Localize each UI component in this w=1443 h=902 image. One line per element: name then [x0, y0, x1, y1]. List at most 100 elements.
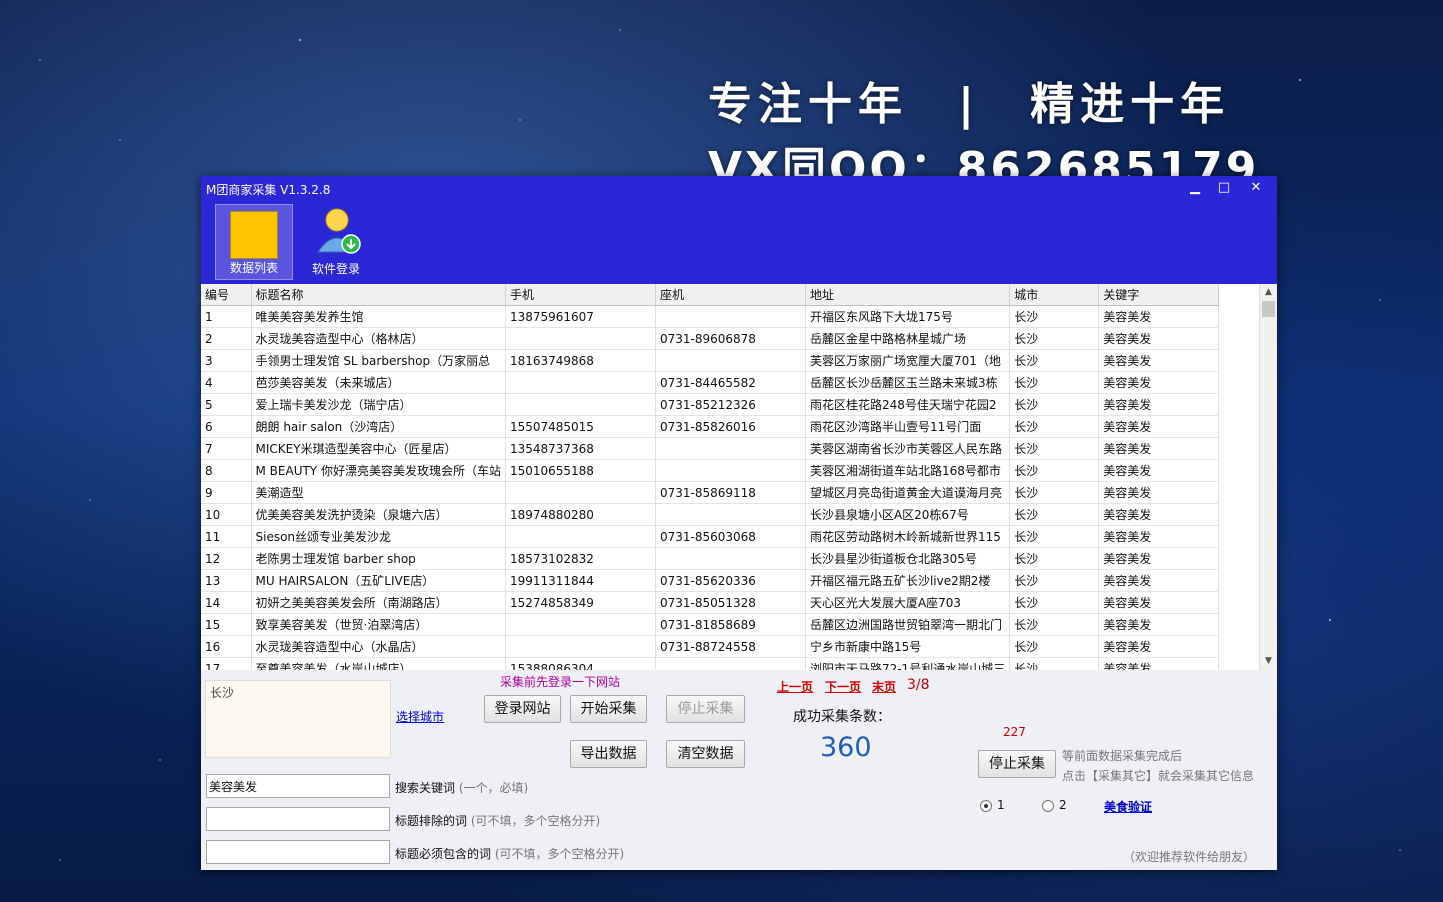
table-cell: 长沙 — [1009, 635, 1100, 658]
table-row[interactable]: 3 手领男士理发馆 SL barbershop（万家丽总 18163749868 芙蓉… — [201, 349, 1220, 372]
table-cell: 长沙县星沙街道板仓北路305号 — [805, 547, 1011, 570]
table-cell: 水灵珑美容造型中心（格林店） — [251, 327, 506, 350]
close-button[interactable]: ✕ — [1242, 178, 1270, 198]
table-row[interactable]: 4 芭莎美容美发（未来城店） 0731-84465582 岳麓区长沙岳麓区玉兰路未来城… — [201, 371, 1220, 394]
ribbon-toolbar: 数据列表 软件登录 — [201, 200, 1277, 284]
include-label: 标题必须包含的词 — [395, 847, 492, 861]
data-list-button[interactable]: 数据列表 — [215, 204, 293, 280]
table-cell: 美容美发 — [1098, 481, 1220, 504]
table-row[interactable]: 6 朗朗 hair salon（沙湾店） 15507485015 0731-85826… — [201, 415, 1220, 438]
radio-option-2[interactable] — [1042, 800, 1054, 812]
table-cell: 长沙 — [1009, 481, 1100, 504]
radio-option-2-label: 2 — [1059, 798, 1067, 812]
maximize-button[interactable]: □ — [1210, 178, 1238, 198]
table-cell: M BEAUTY 你好漂亮美容美发玫瑰会所（车站 — [251, 459, 506, 482]
table-cell: 0731-85051328 — [655, 591, 806, 614]
scroll-down-icon[interactable]: ▼ — [1260, 654, 1277, 668]
table-cell: 宁乡市新康中路15号 — [805, 635, 1011, 658]
table-cell: 开福区福元路五矿长沙live2期2楼 — [805, 569, 1011, 592]
page-indicator: 3/8 — [907, 677, 930, 693]
table-cell: 13875961607 — [505, 305, 656, 328]
table-row[interactable]: 1 唯美美容美发养生馆 13875961607 开福区东风路下大垅175号 长沙 美容美发 — [201, 305, 1220, 328]
last-page-link[interactable]: 末页 — [872, 678, 896, 695]
table-cell: 11 — [201, 525, 252, 548]
column-header[interactable]: 标题名称 — [251, 284, 506, 306]
exclude-label: 标题排除的词 — [395, 814, 468, 828]
table-row[interactable]: 9 美潮造型 0731-85869118 望城区月亮岛街道黄金大道谟海月亮 长沙 美容美发 — [201, 481, 1220, 504]
sub-count: 227 — [1003, 725, 1026, 739]
table-cell: 美容美发 — [1098, 437, 1220, 460]
stop-collect-button-disabled[interactable]: 停止采集 — [666, 695, 745, 723]
include-words-input[interactable] — [206, 840, 390, 864]
clear-data-button[interactable]: 清空数据 — [666, 740, 745, 768]
table-cell — [655, 305, 806, 328]
keyword-input[interactable]: 美容美发 — [206, 774, 390, 798]
table-row[interactable]: 10 优美美容美发洗护烫染（泉塘六店） 18974880280 长沙县泉塘小区A区20… — [201, 503, 1220, 526]
exclude-words-input[interactable] — [206, 807, 390, 831]
table-cell — [505, 635, 656, 658]
column-header[interactable]: 城市 — [1009, 284, 1100, 306]
table-cell: 长沙 — [1009, 459, 1100, 482]
next-page-link[interactable]: 下一页 — [825, 678, 861, 695]
table-row[interactable]: 5 爱上瑞卡美发沙龙（瑞宁店） 0731-85212326 雨花区桂花路248号佳天瑞… — [201, 393, 1220, 416]
login-site-button[interactable]: 登录网站 — [484, 695, 561, 723]
start-collect-button[interactable]: 开始采集 — [570, 695, 647, 723]
table-cell: 浏阳市天马路72-1号利通水岸山城三 — [805, 657, 1011, 670]
table-row[interactable]: 12 老陈男士理发馆 barber shop 18573102832 长沙县星沙街道板… — [201, 547, 1220, 570]
window-title: M团商家采集 V1.3.2.8 — [206, 183, 331, 197]
column-header[interactable]: 地址 — [805, 284, 1011, 306]
table-cell: 5 — [201, 393, 252, 416]
table-cell: 优美美容美发洗护烫染（泉塘六店） — [251, 503, 506, 526]
column-header[interactable]: 手机 — [505, 284, 656, 306]
include-hint: (可不填，多个空格分开) — [494, 847, 625, 861]
success-count-value: 360 — [820, 732, 872, 763]
select-city-link[interactable]: 选择城市 — [396, 708, 444, 725]
table-cell: 长沙 — [1009, 503, 1100, 526]
table-cell: 6 — [201, 415, 252, 438]
food-verify-link[interactable]: 美食验证 — [1104, 798, 1152, 815]
user-login-icon — [317, 208, 361, 254]
table-cell: 岳麓区边洲国路世贸铂翠湾一期北门 — [805, 613, 1011, 636]
minimize-button[interactable]: ▁ — [1181, 178, 1209, 198]
table-row[interactable]: 14 初妍之美美容美发会所（南湖路店） 15274858349 0731-850513… — [201, 591, 1220, 614]
table-row[interactable]: 7 MICKEY米琪造型美容中心（匠星店） 13548737368 芙蓉区湖南省长沙市… — [201, 437, 1220, 460]
table-row[interactable]: 2 水灵珑美容造型中心（格林店） 0731-89606878 岳麓区金星中路格林星城广… — [201, 327, 1220, 350]
table-cell: 长沙县泉塘小区A区20栋67号 — [805, 503, 1011, 526]
footer-note: （欢迎推荐软件给朋友） — [1123, 850, 1256, 864]
table-cell: 美潮造型 — [251, 481, 506, 504]
table-row[interactable]: 15 致享美容美发（世贸·泊翠湾店） 0731-81858689 岳麓区边洲国路世贸铂… — [201, 613, 1220, 636]
table-row[interactable]: 13 MU HAIRSALON（五矿LIVE店） 19911311844 0731-8… — [201, 569, 1220, 592]
table-row[interactable]: 16 水灵珑美容造型中心（水晶店） 0731-88724558 宁乡市新康中路15号长… — [201, 635, 1220, 658]
export-data-button[interactable]: 导出数据 — [570, 740, 647, 768]
table-cell: 美容美发 — [1098, 415, 1220, 438]
scroll-up-icon[interactable]: ▲ — [1260, 285, 1277, 299]
prev-page-link[interactable]: 上一页 — [777, 678, 813, 695]
table-cell: 美容美发 — [1098, 547, 1220, 570]
banner-slogan: 专注十年 | 精进十年 — [708, 79, 1231, 130]
column-header[interactable]: 关键字 — [1098, 284, 1220, 306]
column-header[interactable]: 座机 — [655, 284, 806, 306]
table-cell: 美容美发 — [1098, 635, 1220, 658]
table-cell — [505, 613, 656, 636]
table-row[interactable]: 8M BEAUTY 你好漂亮美容美发玫瑰会所（车站 15010655188 芙蓉区湘… — [201, 459, 1220, 482]
table-cell: 长沙 — [1009, 327, 1100, 350]
table-header-row: 编号 标题名称 手机 座机 地址 城市 关键字 — [201, 284, 1220, 306]
table-row[interactable]: 17 至尊美容美发（水岸山城店） 15388086304 浏阳市天马路72-1号利通水… — [201, 657, 1220, 670]
table-cell: 13 — [201, 569, 252, 592]
table-cell: 13548737368 — [505, 437, 656, 460]
column-header[interactable]: 编号 — [201, 284, 252, 306]
table-cell: 3 — [201, 349, 252, 372]
table-row[interactable]: 11 Sieson丝颂专业美发沙龙 0731-85603068 雨花区劳动路树木岭新城… — [201, 525, 1220, 548]
table-cell: 雨花区桂花路248号佳天瑞宁花园2 — [805, 393, 1011, 416]
city-textarea[interactable]: 长沙 — [205, 680, 391, 758]
table-cell — [655, 503, 806, 526]
software-login-button[interactable]: 软件登录 — [297, 204, 375, 280]
stop-collect-button[interactable]: 停止采集 — [978, 750, 1056, 778]
table-cell — [655, 437, 806, 460]
table-cell: 2 — [201, 327, 252, 350]
table-cell: 美容美发 — [1098, 569, 1220, 592]
scroll-thumb[interactable] — [1262, 301, 1275, 317]
vertical-scrollbar[interactable]: ▲ ▼ — [1259, 284, 1277, 670]
table-cell: 0731-88724558 — [655, 635, 806, 658]
radio-option-1[interactable] — [980, 800, 992, 812]
